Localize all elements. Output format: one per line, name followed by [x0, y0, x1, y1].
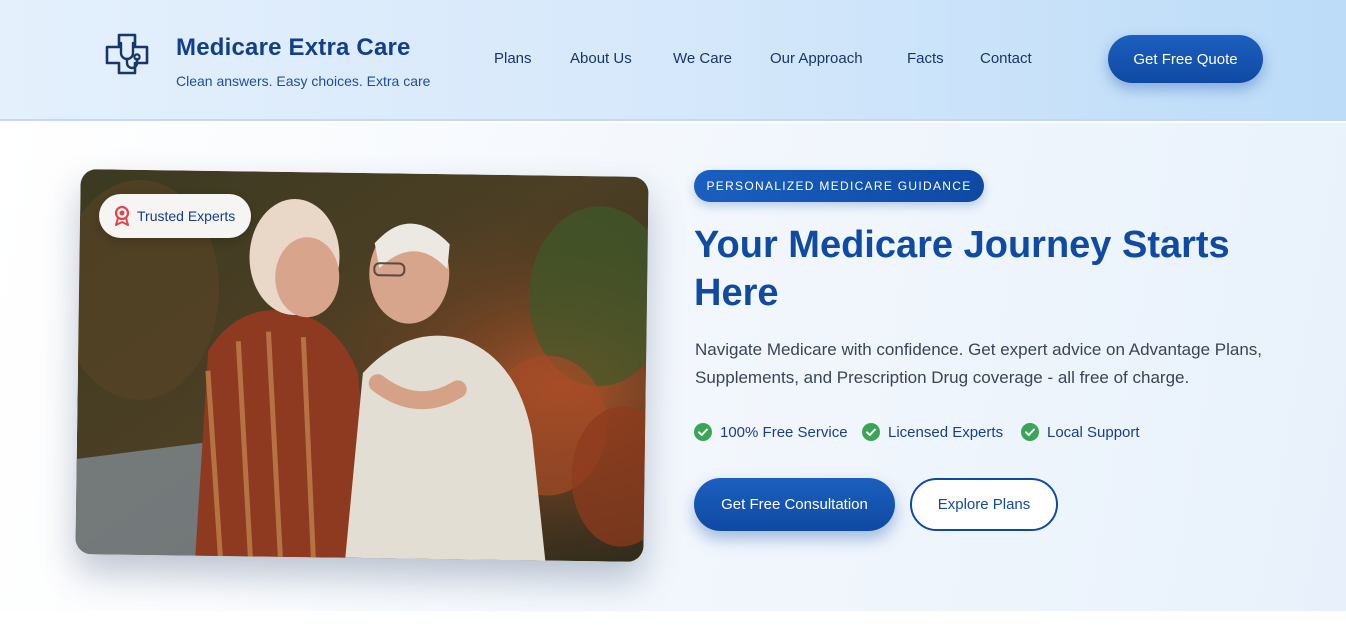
nav-item-contact[interactable]: Contact — [980, 50, 1032, 67]
feature-label: 100% Free Service — [720, 423, 848, 441]
nav-item-our-approach[interactable]: Our Approach — [770, 50, 863, 67]
trusted-experts-badge: Trusted Experts — [99, 194, 251, 238]
eyebrow-pill: PERSONALIZED MEDICARE GUIDANCE — [694, 170, 984, 202]
nav-item-plans[interactable]: Plans — [494, 50, 532, 67]
get-free-consultation-button[interactable]: Get Free Consultation — [694, 478, 895, 531]
feature-label: Local Support — [1047, 423, 1140, 441]
feature-label: Licensed Experts — [888, 423, 1004, 441]
feature-item: Local Support — [1021, 423, 1140, 441]
nav-item-about-us[interactable]: About Us — [570, 50, 632, 67]
nav-item-facts[interactable]: Facts — [907, 50, 944, 67]
site-header: Medicare Extra Care Clean answers. Easy … — [0, 0, 1346, 121]
hero-section: Trusted Experts PERSONALIZED MEDICARE GU… — [0, 123, 1346, 611]
check-circle-icon — [1021, 423, 1039, 441]
get-free-quote-button[interactable]: Get Free Quote — [1108, 35, 1263, 83]
nav-item-we-care[interactable]: We Care — [673, 50, 732, 67]
feature-item: 100% Free Service — [694, 423, 848, 441]
feature-list: 100% Free Service Licensed Experts Local… — [694, 423, 1294, 445]
award-ribbon-icon — [114, 206, 130, 226]
trusted-badge-label: Trusted Experts — [137, 208, 236, 224]
hero-description: Navigate Medicare with confidence. Get e… — [695, 340, 1263, 387]
check-circle-icon — [694, 423, 712, 441]
check-circle-icon — [862, 423, 880, 441]
brand-tagline: Clean answers. Easy choices. Extra care — [176, 73, 431, 89]
hero-headline: Your Medicare Journey Starts Here — [694, 224, 1230, 314]
feature-item: Licensed Experts — [862, 423, 1003, 441]
explore-plans-button[interactable]: Explore Plans — [910, 478, 1058, 531]
